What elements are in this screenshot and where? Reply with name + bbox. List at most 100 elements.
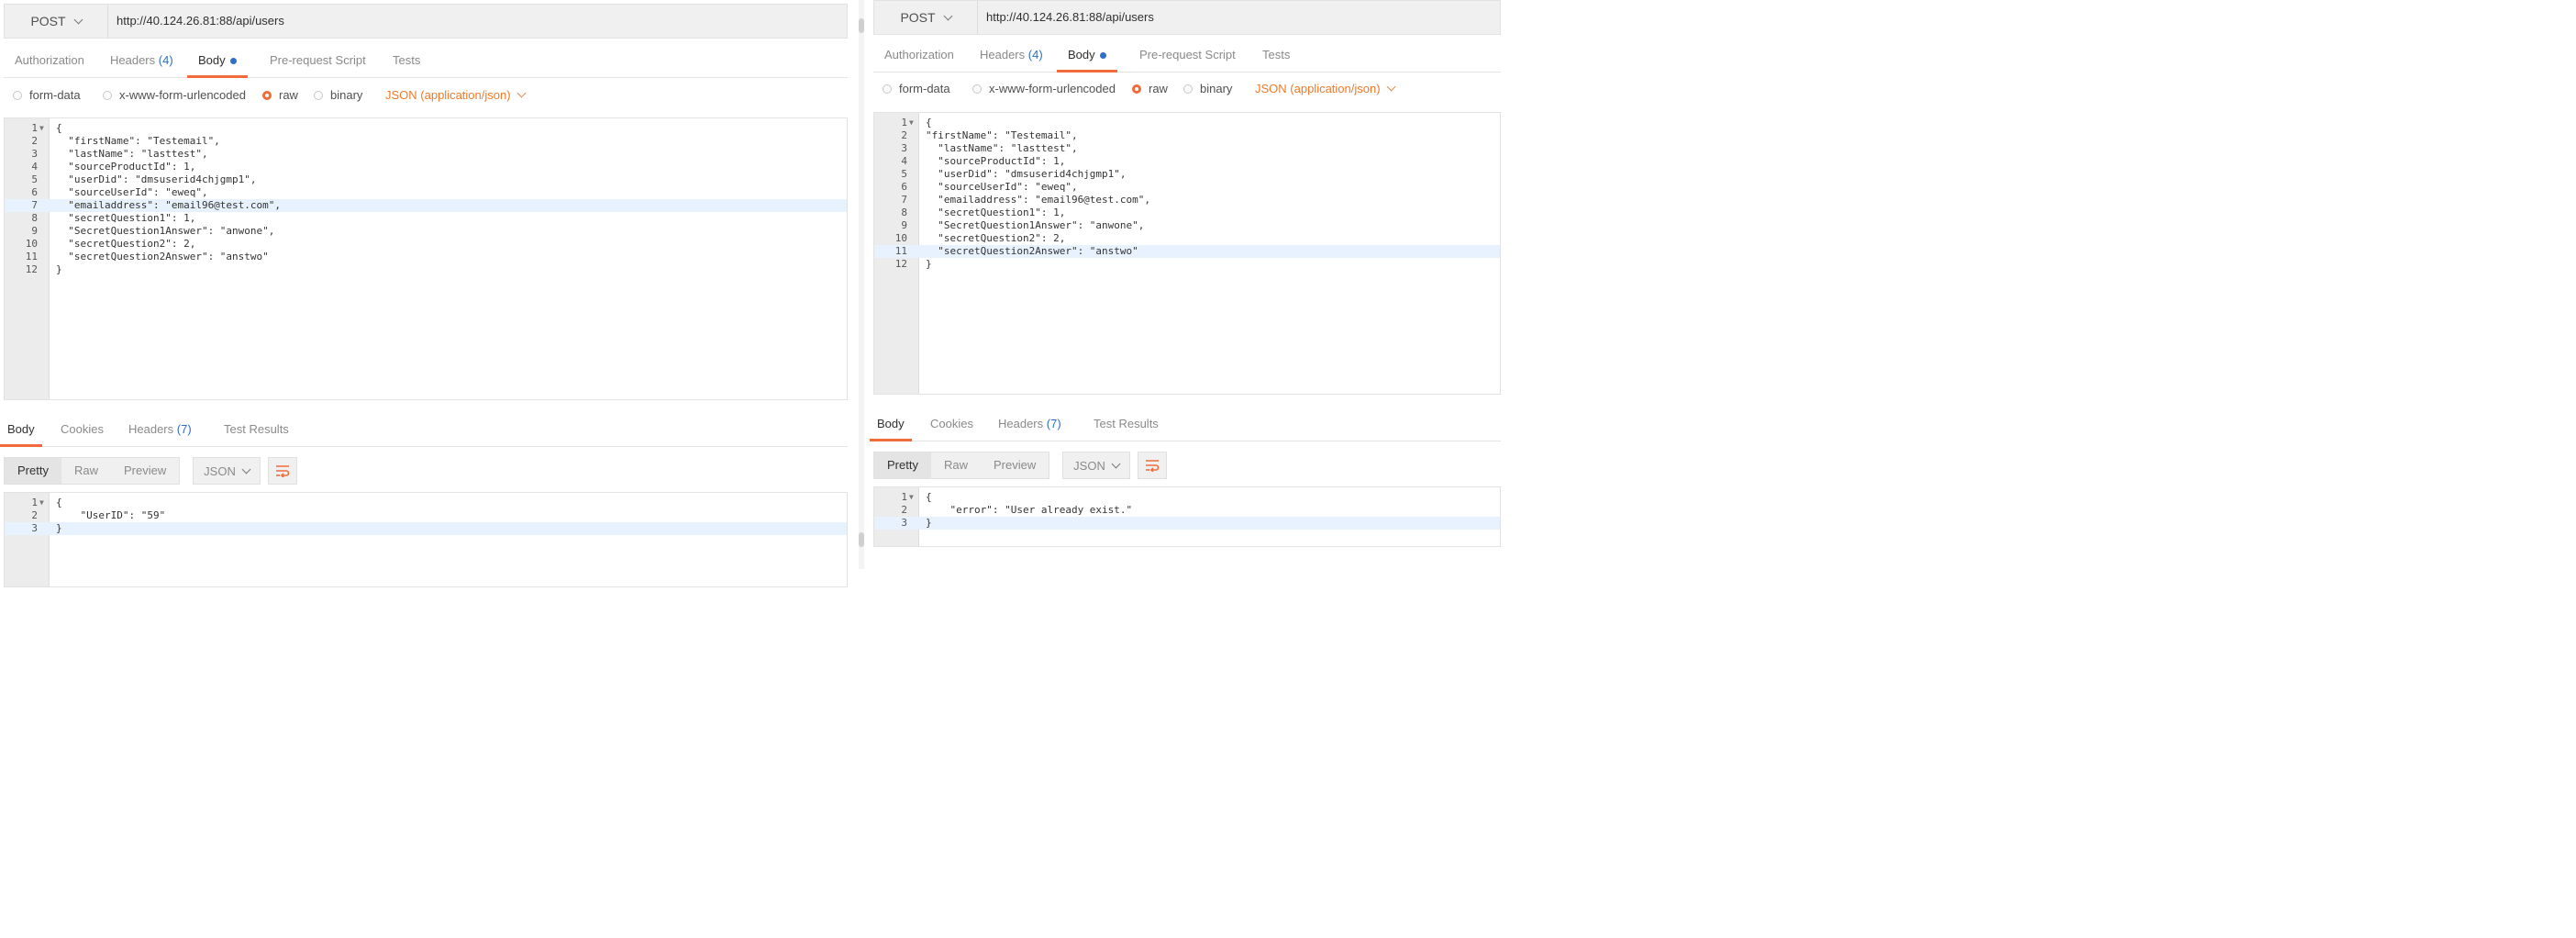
response-tab-body[interactable]: Body: [870, 409, 912, 441]
method-label: POST: [30, 14, 66, 28]
code-line: 4 "sourceProductId": 1,: [901, 155, 1066, 167]
view-mode-preview[interactable]: Preview: [981, 452, 1049, 478]
chevron-down-icon: [1111, 459, 1121, 468]
tab-body[interactable]: Body: [1057, 40, 1117, 73]
code-line: 3 "lastName": "lasttest",: [31, 148, 208, 160]
view-mode-pretty[interactable]: Pretty: [874, 452, 931, 478]
code-line: 1 ▼{: [31, 122, 62, 134]
radio-form-data[interactable]: form-data: [13, 88, 81, 102]
radio-binary[interactable]: binary: [1183, 82, 1232, 95]
view-mode-pretty[interactable]: Pretty: [5, 458, 61, 484]
left-request-pane: POST http://40.124.26.81:88/api/users Au…: [0, 0, 848, 597]
response-tab-headers[interactable]: Headers (7): [991, 409, 1069, 439]
code-line-active: 3}: [874, 517, 1500, 530]
radio-x-www-form-urlencoded[interactable]: x-www-form-urlencoded: [972, 82, 1116, 95]
code-line: 2 "firstName": "Testemail",: [31, 135, 220, 147]
response-tab-test-results[interactable]: Test Results: [217, 415, 296, 444]
radio-form-data[interactable]: form-data: [883, 82, 950, 95]
code-line: 6 "sourceUserId": "eweq",: [31, 186, 208, 198]
method-label: POST: [900, 10, 936, 25]
fold-arrow-icon: ▼: [39, 498, 44, 507]
format-select[interactable]: JSON: [1062, 452, 1130, 479]
chevron-down-icon: [516, 88, 527, 98]
code-line: 3 "lastName": "lasttest",: [901, 142, 1078, 154]
code-line: 5 "userDid": "dmsuserid4chjgmp1",: [901, 168, 1127, 180]
method-select[interactable]: POST: [5, 5, 108, 38]
radio-binary[interactable]: binary: [314, 88, 362, 102]
code-line: 10 "secretQuestion2": 2,: [894, 232, 1066, 244]
radio-x-www-form-urlencoded[interactable]: x-www-form-urlencoded: [103, 88, 246, 102]
scroll-thumb[interactable]: [859, 18, 864, 33]
modified-dot-icon: [229, 58, 237, 65]
radio-icon: [314, 90, 323, 100]
tab-authorization[interactable]: Authorization: [873, 40, 965, 70]
code-line: 1 ▼{: [31, 497, 62, 508]
response-tab-cookies[interactable]: Cookies: [923, 409, 981, 439]
right-request-pane: POST http://40.124.26.81:88/api/users Au…: [870, 0, 1501, 551]
tab-body[interactable]: Body: [187, 46, 248, 78]
code-line: 9 "SecretQuestion1Answer": "anwone",: [901, 219, 1145, 231]
url-input[interactable]: http://40.124.26.81:88/api/users: [117, 5, 284, 38]
request-tabs: Authorization Headers (4) Body Pre-reque…: [4, 46, 848, 78]
wrap-lines-button[interactable]: [1138, 452, 1167, 479]
tab-tests[interactable]: Tests: [382, 46, 431, 75]
fold-arrow-icon: ▼: [909, 118, 914, 127]
code-line: 10 "secretQuestion2": 2,: [25, 238, 196, 250]
response-toolbar: Pretty Raw Preview JSON: [873, 452, 1240, 479]
code-line: 6 "sourceUserId": "eweq",: [901, 181, 1078, 193]
response-body-viewer[interactable]: 1 ▼{ 2 "UserID": "59" 3}: [4, 492, 848, 587]
view-mode-raw[interactable]: Raw: [931, 452, 981, 478]
code-line: 9 "SecretQuestion1Answer": "anwone",: [31, 225, 275, 237]
code-line: 2 "firstName": "Testemail",: [901, 129, 1078, 141]
modified-dot-icon: [1099, 52, 1106, 60]
radio-selected-icon: [262, 90, 272, 100]
response-toolbar: Pretty Raw Preview JSON: [4, 457, 371, 485]
content-type-select[interactable]: JSON (application/json): [385, 88, 527, 102]
request-body-editor[interactable]: 1 ▼{ 2 "firstName": "Testemail", 3 "lastNa…: [873, 112, 1501, 395]
view-mode-raw[interactable]: Raw: [61, 458, 111, 484]
code-line: 12}: [25, 263, 62, 275]
view-mode-group: Pretty Raw Preview: [4, 457, 181, 485]
pane-divider[interactable]: [859, 0, 864, 569]
radio-icon: [13, 90, 22, 100]
response-body-viewer[interactable]: 1 ▼{ 2 "error": "User already exist." 3}: [873, 486, 1501, 547]
content-type-select[interactable]: JSON (application/json): [1255, 82, 1396, 95]
tab-headers[interactable]: Headers (4): [99, 46, 184, 75]
code-line: 12}: [894, 258, 932, 270]
chevron-down-icon: [1386, 82, 1396, 92]
code-line: 4 "sourceProductId": 1,: [31, 161, 196, 173]
wrap-lines-button[interactable]: [268, 457, 297, 485]
tab-pre-request-script[interactable]: Pre-request Script: [259, 46, 377, 75]
response-tabs: Body Cookies Headers (7) Test Results: [0, 415, 848, 447]
response-tab-cookies[interactable]: Cookies: [53, 415, 111, 444]
response-tab-test-results[interactable]: Test Results: [1086, 409, 1166, 439]
view-mode-group: Pretty Raw Preview: [873, 452, 1050, 479]
chevron-down-icon: [73, 15, 83, 24]
code-line: 8 "secretQuestion1": 1,: [901, 207, 1066, 218]
scroll-thumb[interactable]: [859, 532, 864, 547]
response-tabs: Body Cookies Headers (7) Test Results: [870, 409, 1501, 441]
code-line: 1 ▼{: [901, 117, 932, 128]
code-line: 2 "UserID": "59": [31, 509, 166, 521]
url-bar: POST http://40.124.26.81:88/api/users: [873, 0, 1501, 35]
url-input[interactable]: http://40.124.26.81:88/api/users: [986, 1, 1154, 34]
response-tab-headers[interactable]: Headers (7): [121, 415, 199, 444]
radio-icon: [883, 84, 892, 94]
radio-icon: [103, 90, 112, 100]
view-mode-preview[interactable]: Preview: [111, 458, 179, 484]
code-line: 11 "secretQuestion2Answer": "anstwo": [25, 251, 269, 262]
tab-pre-request-script[interactable]: Pre-request Script: [1128, 40, 1247, 70]
radio-raw[interactable]: raw: [262, 88, 298, 102]
radio-raw[interactable]: raw: [1132, 82, 1168, 95]
url-bar: POST http://40.124.26.81:88/api/users: [4, 4, 848, 39]
tab-headers[interactable]: Headers (4): [969, 40, 1054, 70]
tab-tests[interactable]: Tests: [1251, 40, 1301, 70]
response-tab-body[interactable]: Body: [0, 415, 42, 447]
format-select[interactable]: JSON: [193, 457, 261, 485]
tab-authorization[interactable]: Authorization: [4, 46, 95, 75]
code-line-active: 11 "secretQuestion2Answer": "anstwo": [874, 245, 1500, 258]
method-select[interactable]: POST: [874, 1, 978, 34]
code-line: 1 ▼{: [901, 491, 932, 503]
code-line: 5 "userDid": "dmsuserid4chjgmp1",: [31, 173, 257, 185]
request-body-editor[interactable]: 1 ▼{ 2 "firstName": "Testemail", 3 "lastN…: [4, 117, 848, 400]
